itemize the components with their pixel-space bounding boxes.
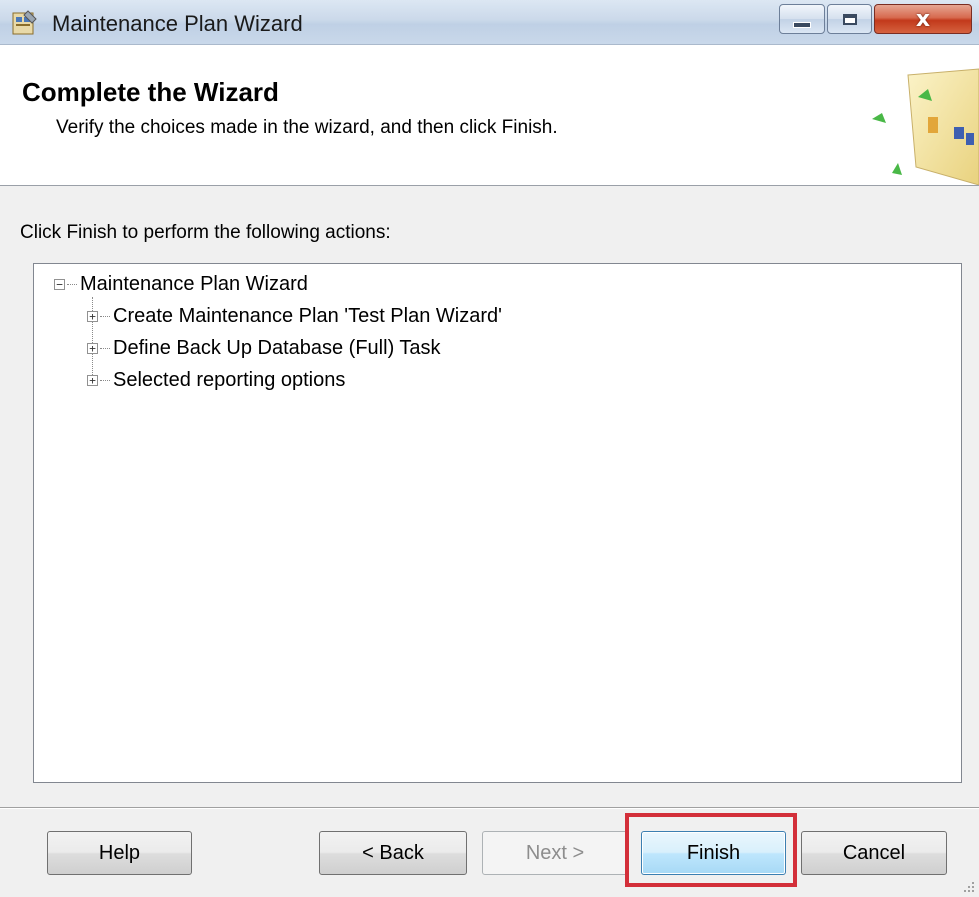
instruction-text: Click Finish to perform the following ac…: [20, 222, 391, 243]
wizard-window: Maintenance Plan Wizard x Complete the W…: [0, 0, 979, 897]
title-bar[interactable]: Maintenance Plan Wizard x: [0, 0, 979, 45]
tree-dots: [67, 284, 77, 285]
next-button: Next >: [482, 831, 628, 875]
tree-dots: [100, 316, 110, 317]
wizard-graphic-icon: [872, 68, 979, 185]
tree-dots: [100, 348, 110, 349]
expand-icon[interactable]: +: [87, 375, 98, 386]
wizard-header: Complete the Wizard Verify the choices m…: [0, 45, 979, 186]
minimize-button[interactable]: [779, 4, 825, 34]
tree-node-create-plan[interactable]: + Create Maintenance Plan 'Test Plan Wiz…: [87, 305, 502, 328]
window-title: Maintenance Plan Wizard: [52, 11, 303, 36]
footer-divider: [0, 807, 979, 809]
close-icon: x: [915, 6, 931, 32]
tree-node-label: Create Maintenance Plan 'Test Plan Wizar…: [113, 305, 502, 327]
help-button[interactable]: Help: [47, 831, 192, 875]
minimize-icon: [793, 22, 811, 28]
expand-icon[interactable]: +: [87, 343, 98, 354]
back-button[interactable]: < Back: [319, 831, 467, 875]
cancel-button[interactable]: Cancel: [801, 831, 947, 875]
tree-node-reporting-options[interactable]: + Selected reporting options: [87, 369, 345, 392]
tree-node-root[interactable]: − Maintenance Plan Wizard: [54, 273, 308, 296]
tree-node-backup-task[interactable]: + Define Back Up Database (Full) Task: [87, 337, 441, 360]
tree-dots: [100, 380, 110, 381]
tree-node-label: Maintenance Plan Wizard: [80, 273, 308, 295]
expand-icon[interactable]: +: [87, 311, 98, 322]
tree-node-label: Selected reporting options: [113, 369, 346, 391]
page-title: Complete the Wizard: [22, 77, 279, 107]
maximize-button[interactable]: [827, 4, 872, 34]
maintenance-plan-wizard-icon: [12, 10, 37, 35]
tree-node-label: Define Back Up Database (Full) Task: [113, 337, 441, 359]
collapse-icon[interactable]: −: [54, 279, 65, 290]
close-button[interactable]: x: [874, 4, 972, 34]
page-subtitle: Verify the choices made in the wizard, a…: [56, 117, 558, 138]
maximize-icon: [842, 13, 857, 25]
finish-button[interactable]: Finish: [641, 831, 786, 875]
actions-tree[interactable]: − Maintenance Plan Wizard + Create Maint…: [33, 263, 962, 783]
resize-grip-icon[interactable]: [962, 880, 976, 894]
